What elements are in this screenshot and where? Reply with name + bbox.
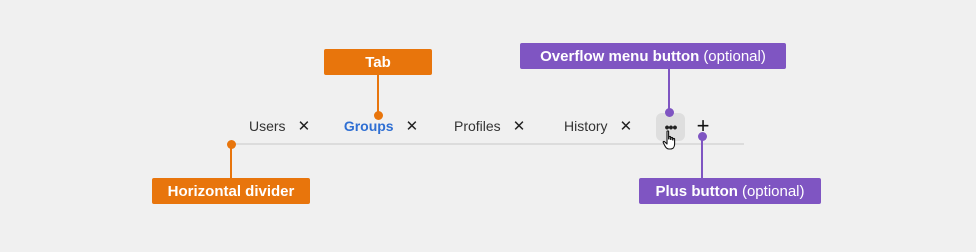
callout-label: Overflow menu button [540, 47, 700, 65]
callout-label: Horizontal divider [167, 182, 295, 200]
callout-optional-note: (optional) [741, 182, 805, 200]
callout-label: Tab [365, 53, 391, 71]
callout-optional-note: (optional) [703, 47, 766, 65]
callout-leader-line [230, 144, 232, 180]
callout-anchor-dot [664, 108, 674, 117]
callout-overflow-menu-button: Overflow menu button (optional) [520, 43, 786, 69]
tab-history[interactable]: History ✕ [564, 108, 632, 144]
close-icon[interactable]: ✕ [620, 117, 633, 135]
callout-leader-line [377, 75, 379, 115]
callout-label: Plus button [655, 182, 738, 200]
tab-label: Users [249, 118, 286, 134]
close-icon[interactable]: ✕ [406, 117, 419, 135]
tab-label: Profiles [454, 118, 501, 134]
close-icon[interactable]: ✕ [298, 117, 311, 135]
callout-plus-button: Plus button (optional) [639, 178, 821, 204]
callout-leader-line [701, 136, 703, 180]
callout-tab: Tab [324, 49, 432, 75]
callout-anchor-dot [373, 111, 383, 120]
callout-horizontal-divider: Horizontal divider [152, 178, 310, 204]
tab-label: History [564, 118, 608, 134]
callout-leader-line [668, 69, 670, 111]
tab-label: Groups [343, 118, 394, 134]
close-icon[interactable]: ✕ [513, 117, 526, 135]
tab-profiles[interactable]: Profiles ✕ [454, 108, 525, 144]
hand-cursor-icon [662, 130, 676, 150]
tab-users[interactable]: Users ✕ [249, 108, 310, 144]
